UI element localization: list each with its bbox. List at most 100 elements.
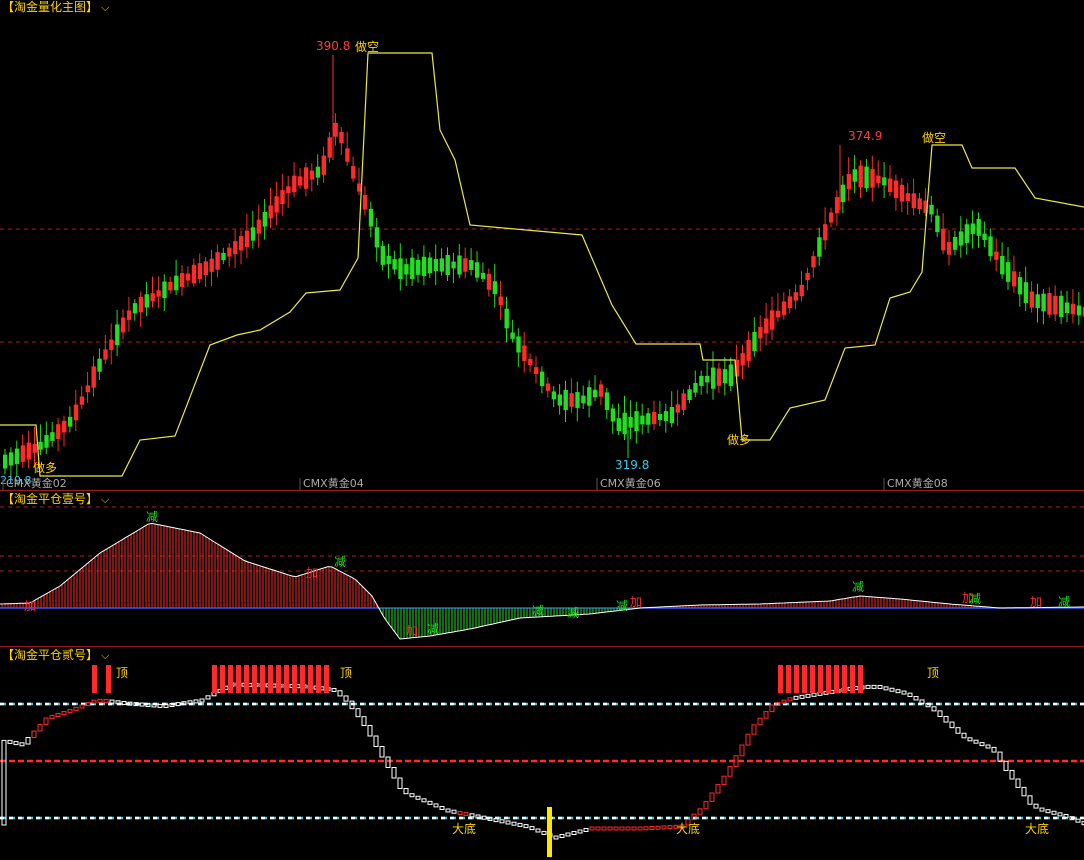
candle-body	[958, 231, 964, 246]
chevron-down-icon[interactable]: ⌵	[101, 1, 109, 14]
chevron-down-icon[interactable]: ⌵	[101, 493, 109, 506]
candle-body	[1059, 295, 1064, 318]
candle-body	[705, 375, 710, 383]
top-bar	[292, 665, 297, 693]
step-block	[943, 715, 949, 723]
candle-body	[309, 170, 315, 180]
candle-body	[144, 294, 149, 308]
top-bar	[810, 665, 815, 693]
step-block	[397, 777, 403, 789]
candle-body	[640, 415, 645, 425]
step-block	[1051, 810, 1057, 815]
step-block	[445, 808, 451, 813]
candle-body	[492, 281, 498, 295]
candle-body	[1000, 255, 1005, 275]
top-bar	[794, 665, 799, 693]
candle-body	[793, 292, 798, 301]
reduce-signal-label: 减	[567, 606, 579, 620]
step-block	[973, 739, 979, 744]
step-block	[373, 735, 379, 747]
candle-body	[221, 252, 226, 261]
top-bar	[778, 665, 783, 693]
main-panel-title[interactable]: 【淘金量化主图】 ⌵	[2, 0, 109, 15]
step-block	[415, 795, 421, 800]
step-block	[187, 700, 193, 705]
step-block	[967, 737, 973, 742]
step-block	[709, 792, 715, 802]
ind2-panel-title[interactable]: 【淘金平仓贰号】 ⌵	[2, 648, 109, 663]
candle-body	[1006, 262, 1011, 282]
step-block	[151, 703, 157, 708]
step-block	[769, 704, 775, 713]
top-bar	[268, 665, 273, 693]
candle-body	[50, 432, 55, 441]
candle-body	[62, 420, 67, 433]
candle-body	[250, 227, 256, 241]
candle-body	[244, 230, 250, 248]
candle-body	[870, 169, 875, 188]
step-block	[1057, 812, 1063, 817]
candle-body	[351, 166, 356, 179]
x-axis-label: CMX黄金08	[887, 476, 948, 490]
candle-body	[374, 227, 380, 248]
candle-body	[3, 454, 8, 469]
candle-body	[616, 418, 621, 432]
step-block	[157, 703, 163, 708]
candle-body	[439, 258, 444, 272]
step-block	[799, 694, 805, 699]
top-bar	[316, 665, 321, 693]
chevron-down-icon[interactable]: ⌵	[101, 649, 109, 662]
candle-body	[380, 246, 385, 265]
ind1-panel-title[interactable]: 【淘金平仓壹号】 ⌵	[2, 492, 109, 507]
candle-body	[1053, 295, 1058, 315]
x-axis-label: CMX黄金04	[303, 476, 364, 490]
x-axis-label: CMX黄金06	[600, 476, 661, 490]
step-block	[541, 830, 547, 835]
candle-body	[764, 318, 769, 334]
candle-body	[345, 148, 350, 162]
step-block	[1015, 778, 1021, 788]
candle-body	[864, 166, 869, 189]
step-block	[601, 826, 607, 831]
candle-body	[416, 259, 421, 275]
step-block	[457, 810, 463, 815]
short-signal-label: 做空	[355, 39, 379, 54]
step-block	[379, 746, 385, 758]
step-block	[703, 800, 709, 810]
step-block	[163, 703, 169, 708]
candle-body	[799, 284, 804, 297]
top-bar	[106, 665, 111, 693]
step-block	[451, 809, 457, 814]
short-signal-label: 做空	[922, 130, 946, 145]
step-block	[469, 813, 475, 818]
candle-body	[138, 296, 144, 313]
bottom-signal-label: 大底	[452, 821, 476, 836]
step-block	[343, 695, 349, 702]
step-block	[1039, 807, 1045, 812]
candle-body	[876, 175, 881, 184]
reduce-signal-label: 减	[334, 555, 346, 569]
candle-body	[421, 256, 427, 276]
step-block	[73, 706, 79, 711]
step-block	[523, 824, 529, 829]
candle-body	[286, 186, 291, 194]
candle-body	[805, 272, 810, 281]
main-chart-panel: 390.8 做空 374.9 做空 319.8 做多 做多 219.8 CMX黄金02 CMX黄金…	[0, 0, 1084, 490]
reduce-signal-label: 减	[1058, 595, 1070, 609]
candle-body	[174, 275, 179, 291]
bottom-signal-label: 大底	[676, 821, 700, 836]
candle-body	[657, 413, 663, 421]
candle-body	[534, 367, 539, 375]
step-block	[493, 818, 499, 823]
add-signal-label: 加	[306, 566, 318, 580]
candle-body	[1065, 302, 1070, 314]
candle-body	[486, 273, 492, 290]
step-block	[475, 814, 481, 819]
candle-body	[699, 375, 704, 386]
step-block	[655, 825, 661, 830]
step-block	[577, 829, 583, 834]
step-block	[727, 766, 733, 777]
candle-body	[846, 173, 852, 190]
step-block	[211, 692, 217, 697]
candle-body	[516, 336, 521, 353]
